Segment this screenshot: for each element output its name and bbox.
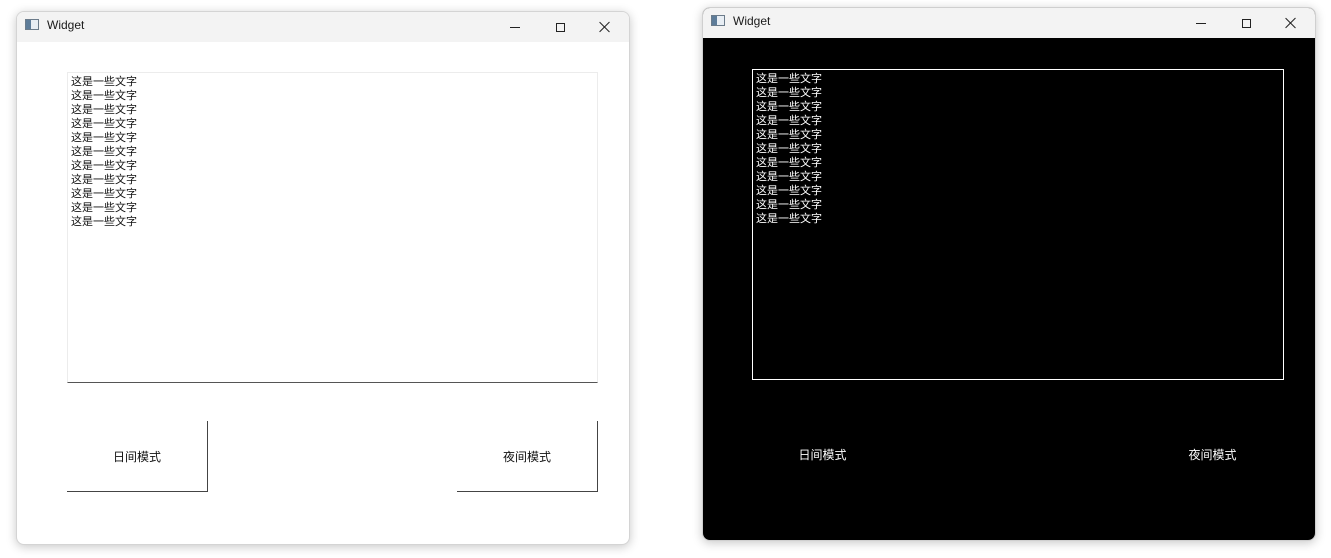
text-edit[interactable]: 这是一些文字 这是一些文字 这是一些文字 这是一些文字 这是一些文字 这是一些文… <box>752 69 1284 380</box>
app-window-icon <box>711 15 725 26</box>
text-line: 这是一些文字 <box>756 100 822 113</box>
app-window-icon <box>25 19 39 30</box>
close-icon <box>1285 17 1297 29</box>
title-bar[interactable]: Widget <box>703 8 1315 38</box>
window-title: Widget <box>733 14 771 28</box>
widget-window-dark: Widget 这是一些文字 这是一些文字 这是一些文字 这是一些文字 这是一些文… <box>702 7 1316 541</box>
text-line: 这是一些文字 <box>756 170 822 183</box>
title-bar[interactable]: Widget <box>17 12 629 42</box>
text-line: 这是一些文字 <box>71 159 137 172</box>
window-content: 这是一些文字 这是一些文字 这是一些文字 这是一些文字 这是一些文字 这是一些文… <box>17 42 629 544</box>
text-line: 这是一些文字 <box>756 72 822 85</box>
text-line: 这是一些文字 <box>71 131 137 144</box>
minimize-button[interactable] <box>1179 8 1223 38</box>
text-line: 这是一些文字 <box>71 145 137 158</box>
maximize-button[interactable] <box>538 12 582 42</box>
text-line: 这是一些文字 <box>71 201 137 214</box>
text-line: 这是一些文字 <box>71 117 137 130</box>
maximize-button[interactable] <box>1224 8 1268 38</box>
minimize-icon <box>1196 22 1206 24</box>
text-line: 这是一些文字 <box>756 198 822 211</box>
day-mode-button[interactable]: 日间模式 <box>752 419 893 490</box>
text-line: 这是一些文字 <box>756 156 822 169</box>
text-line: 这是一些文字 <box>756 114 822 127</box>
maximize-icon <box>555 22 565 32</box>
text-edit[interactable]: 这是一些文字 这是一些文字 这是一些文字 这是一些文字 这是一些文字 这是一些文… <box>67 72 598 383</box>
close-icon <box>599 21 611 33</box>
close-button[interactable] <box>1269 8 1313 38</box>
text-line: 这是一些文字 <box>756 128 822 141</box>
window-title: Widget <box>47 18 85 32</box>
text-line: 这是一些文字 <box>71 187 137 200</box>
minimize-button[interactable] <box>493 12 537 42</box>
day-mode-button[interactable]: 日间模式 <box>67 421 208 492</box>
night-mode-button[interactable]: 夜间模式 <box>1142 419 1283 490</box>
text-line: 这是一些文字 <box>71 75 137 88</box>
minimize-icon <box>510 26 520 28</box>
text-line: 这是一些文字 <box>71 215 137 228</box>
text-line: 这是一些文字 <box>71 173 137 186</box>
close-button[interactable] <box>583 12 627 42</box>
widget-window-light: Widget 这是一些文字 这是一些文字 这是一些文字 这是一些文字 这是一些文… <box>16 11 630 545</box>
window-content: 这是一些文字 这是一些文字 这是一些文字 这是一些文字 这是一些文字 这是一些文… <box>703 38 1315 540</box>
night-mode-button[interactable]: 夜间模式 <box>457 421 598 492</box>
text-line: 这是一些文字 <box>71 89 137 102</box>
text-line: 这是一些文字 <box>71 103 137 116</box>
text-line: 这是一些文字 <box>756 142 822 155</box>
text-line: 这是一些文字 <box>756 184 822 197</box>
text-line: 这是一些文字 <box>756 212 822 225</box>
text-line: 这是一些文字 <box>756 86 822 99</box>
maximize-icon <box>1241 18 1251 28</box>
